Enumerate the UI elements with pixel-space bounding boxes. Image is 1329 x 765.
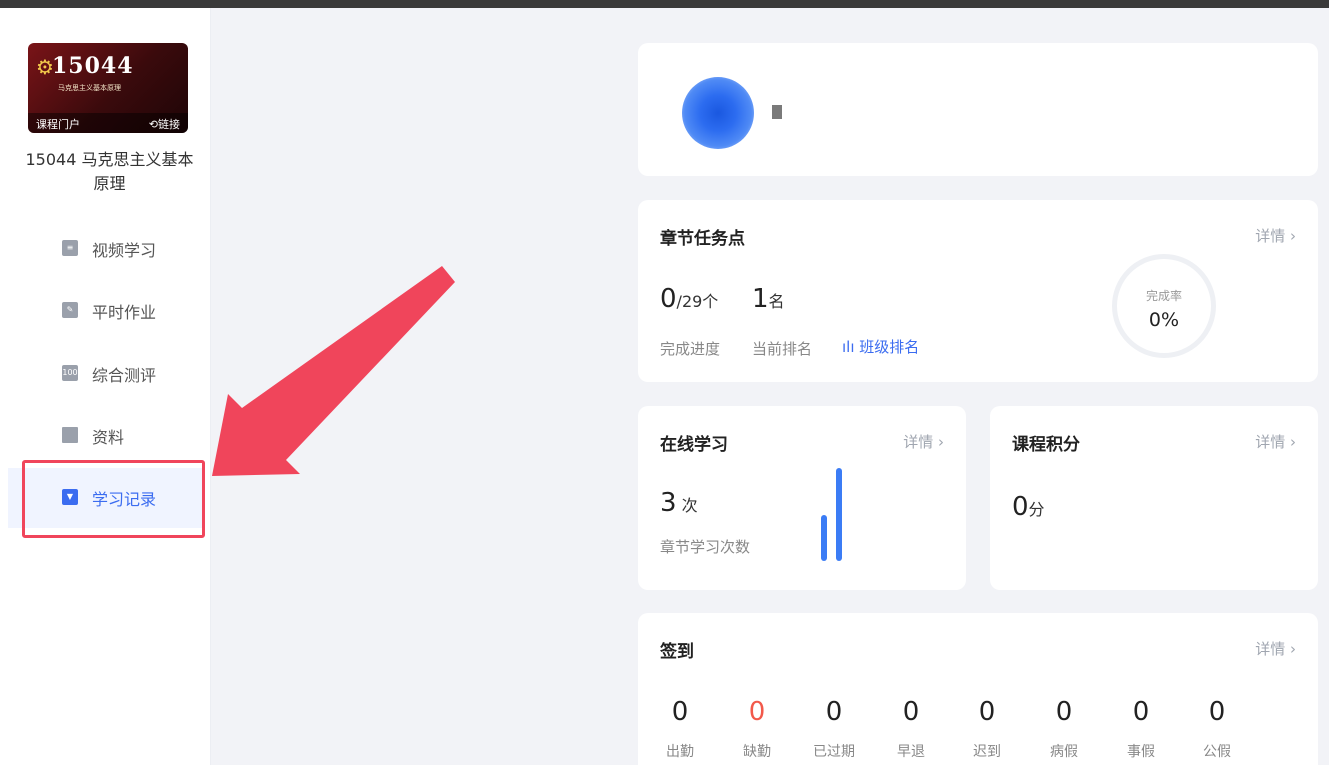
annotation-arrow bbox=[212, 266, 455, 476]
annotation-arrow-shape bbox=[212, 266, 455, 476]
